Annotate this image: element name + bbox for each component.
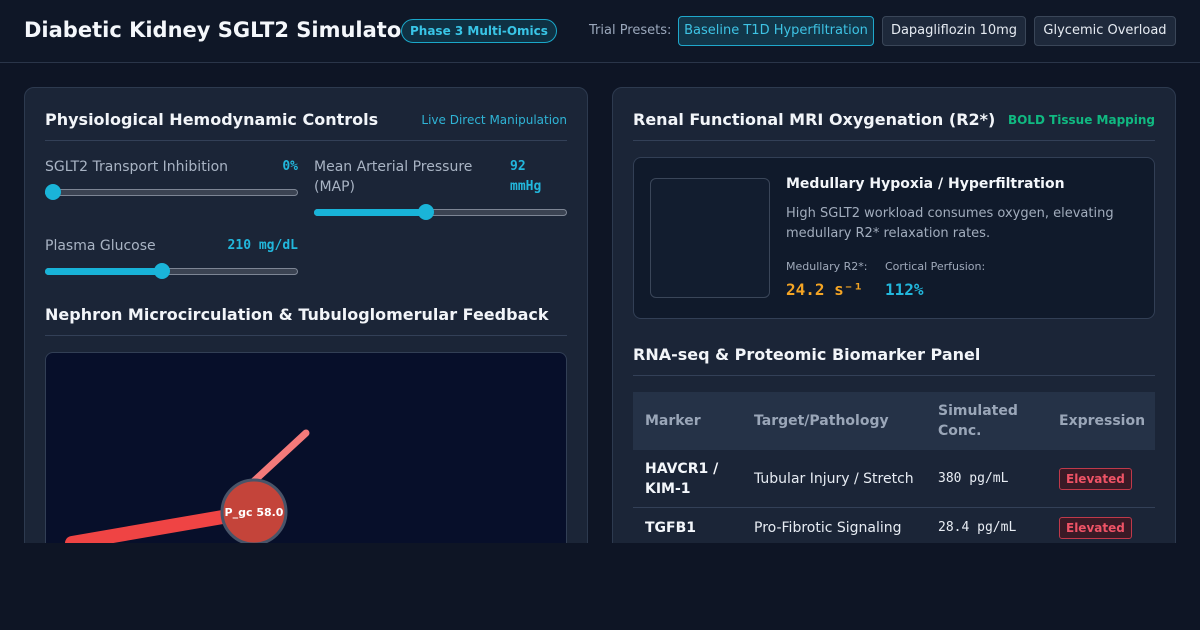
table-header: Marker Target/Pathology Simulated Conc. … <box>633 392 1155 450</box>
target-cell: Tubular Injury / Stretch <box>754 471 914 487</box>
preset-glycemic-overload-button[interactable]: Glycemic Overload <box>1034 16 1176 46</box>
sglt2-slider[interactable] <box>45 184 298 200</box>
phase-badge: Phase 3 Multi-Omics <box>401 19 557 43</box>
mri-title: Renal Functional MRI Oxygenation (R2*) <box>633 110 996 129</box>
sglt2-label: SGLT2 Transport Inhibition <box>45 159 229 175</box>
column-header-target[interactable]: Target/Pathology <box>754 392 929 450</box>
slider-fill <box>314 209 427 216</box>
slider-fill <box>45 268 163 275</box>
map-value: 92 mmHg <box>510 159 542 194</box>
column-header-expression[interactable]: Expression <box>1059 392 1155 450</box>
column-header-marker[interactable]: Marker <box>645 392 745 450</box>
presets-label: Trial Presets: <box>589 23 672 38</box>
slider-track <box>45 189 298 196</box>
column-header-conc[interactable]: Simulated Conc. <box>938 392 1050 450</box>
efferent-arteriole <box>250 429 310 485</box>
table-row[interactable]: HAVCR1 / KIM-1 Tubular Injury / Stretch … <box>633 450 1155 508</box>
preset-baseline-button[interactable]: Baseline T1D Hyperfiltration <box>678 16 874 46</box>
slider-thumb[interactable] <box>45 184 61 200</box>
divider <box>633 375 1155 376</box>
preset-dapagliflozin-button[interactable]: Dapagliflozin 10mg <box>882 16 1026 46</box>
mri-image <box>650 178 770 298</box>
map-slider[interactable] <box>314 204 567 220</box>
glucose-label: Plasma Glucose <box>45 238 156 254</box>
glucose-value: 210 mg/dL <box>227 238 298 253</box>
controls-title: Physiological Hemodynamic Controls <box>45 110 379 129</box>
marker-cell: HAVCR1 / KIM-1 <box>645 461 719 497</box>
conc-cell: 28.4 pg/mL <box>938 520 1017 535</box>
app-title: Diabetic Kidney SGLT2 Simulator <box>24 18 412 42</box>
target-cell: Pro-Fibrotic Signaling <box>754 520 902 536</box>
r2-value: 24.2 s⁻¹ <box>786 280 864 299</box>
sglt2-value: 0% <box>282 159 298 174</box>
mri-card: Medullary Hypoxia / Hyperfiltration High… <box>633 157 1155 319</box>
mri-biomarker-panel: Renal Functional MRI Oxygenation (R2*) B… <box>612 87 1176 607</box>
divider <box>633 140 1155 141</box>
conc-cell: 380 pg/mL <box>938 471 1009 486</box>
page-footer-area <box>0 543 1200 630</box>
perfusion-value: 112% <box>885 280 924 299</box>
afferent-arteriole <box>65 506 253 550</box>
expression-cell: Elevated <box>1059 450 1155 508</box>
biomarker-title: RNA-seq & Proteomic Biomarker Panel <box>633 345 981 364</box>
table-row[interactable]: TGFB1 Pro-Fibrotic Signaling 28.4 pg/mL … <box>633 508 1155 548</box>
mri-card-title: Medullary Hypoxia / Hyperfiltration <box>786 176 1065 192</box>
glucose-slider[interactable] <box>45 263 298 279</box>
marker-cell: TGFB1 <box>645 520 697 536</box>
hemodynamic-controls-panel: Physiological Hemodynamic Controls Live … <box>24 87 588 607</box>
glomerulus-pressure-label: P_gc 58.0 <box>225 506 284 519</box>
r2-label: Medullary R2*: <box>786 260 868 273</box>
expression-badge: Elevated <box>1059 468 1132 490</box>
nephron-title: Nephron Microcirculation & Tubuloglomeru… <box>45 305 549 324</box>
slider-thumb[interactable] <box>154 263 171 279</box>
divider <box>45 335 567 336</box>
perfusion-label: Cortical Perfusion: <box>885 260 986 273</box>
mri-tag: BOLD Tissue Mapping <box>1007 113 1155 127</box>
top-bar: Diabetic Kidney SGLT2 Simulator Phase 3 … <box>0 0 1200 63</box>
mri-card-description: High SGLT2 workload consumes oxygen, ele… <box>786 206 1114 241</box>
expression-cell: Elevated <box>1059 508 1155 548</box>
controls-tag: Live Direct Manipulation <box>421 113 567 127</box>
divider <box>45 140 567 141</box>
expression-badge: Elevated <box>1059 517 1132 539</box>
slider-thumb[interactable] <box>418 204 435 220</box>
map-label: Mean Arterial Pressure (MAP) <box>314 159 473 195</box>
